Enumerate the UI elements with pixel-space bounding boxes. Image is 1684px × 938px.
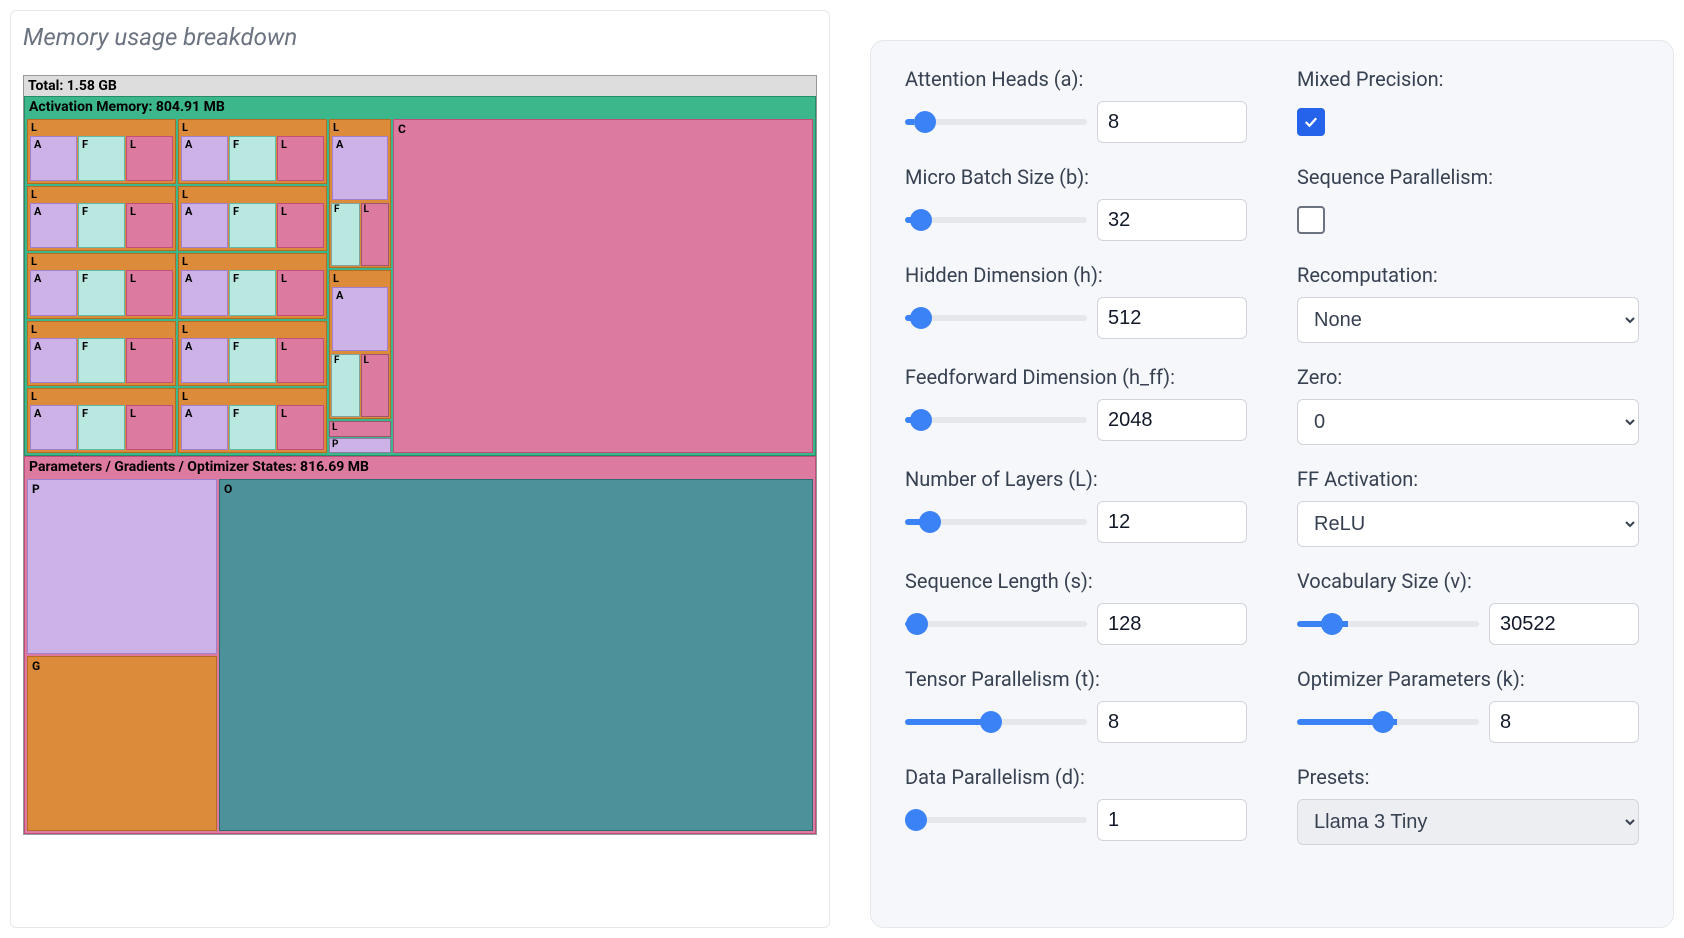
hidden-dim-slider[interactable] [905, 315, 1087, 321]
treemap-gradients-box: G [27, 656, 217, 831]
micro-batch-label: Micro Batch Size (b): [905, 165, 1247, 189]
attention-heads-slider[interactable] [905, 119, 1087, 125]
treemap-layer-box: L AFL [178, 186, 327, 251]
micro-batch-input[interactable] [1097, 199, 1247, 241]
vocab-size-input[interactable] [1489, 603, 1639, 645]
seq-len-label: Sequence Length (s): [905, 569, 1247, 593]
opt-params-label: Optimizer Parameters (k): [1297, 667, 1639, 691]
recomputation-select[interactable]: None [1297, 297, 1639, 343]
treemap-layer-box: L AFL [27, 186, 176, 251]
treemap-layer-box: L AFL [178, 253, 327, 318]
treemap-cross-box: C [393, 119, 813, 453]
treemap-layer-box: L AFL [178, 119, 327, 184]
presets-label: Presets: [1297, 765, 1639, 789]
micro-batch-slider[interactable] [905, 217, 1087, 223]
page-title: Memory usage breakdown [23, 23, 817, 51]
zero-select[interactable]: 0 [1297, 399, 1639, 445]
treemap-layer-box: L AFL [27, 119, 176, 184]
num-layers-slider[interactable] [905, 519, 1087, 525]
data-parallel-label: Data Parallelism (d): [905, 765, 1247, 789]
treemap-total-label: Total: 1.58 GB [24, 76, 816, 96]
ff-dim-slider[interactable] [905, 417, 1087, 423]
treemap-layer-box: L AFL [27, 388, 176, 453]
opt-params-slider[interactable] [1297, 719, 1479, 725]
recomputation-label: Recomputation: [1297, 263, 1639, 287]
treemap-layers-column: L AFL L AFL L AFL [27, 119, 327, 453]
ff-activation-label: FF Activation: [1297, 467, 1639, 491]
tensor-parallel-slider[interactable] [905, 719, 1087, 725]
hidden-dim-input[interactable] [1097, 297, 1247, 339]
memory-breakdown-panel: Memory usage breakdown Total: 1.58 GB Ac… [10, 10, 830, 928]
treemap-optimizer-box: O [219, 479, 813, 831]
memory-treemap: Total: 1.58 GB Activation Memory: 804.91… [23, 75, 817, 835]
mixed-precision-checkbox[interactable] [1297, 108, 1325, 136]
treemap-layer-box: L AFL [178, 321, 327, 386]
data-parallel-input[interactable] [1097, 799, 1247, 841]
tensor-parallel-input[interactable] [1097, 701, 1247, 743]
tensor-parallel-label: Tensor Parallelism (t): [905, 667, 1247, 691]
num-layers-label: Number of Layers (L): [905, 467, 1247, 491]
ff-dim-label: Feedforward Dimension (h_ff): [905, 365, 1247, 389]
ff-dim-input[interactable] [1097, 399, 1247, 441]
attention-heads-label: Attention Heads (a): [905, 67, 1247, 91]
treemap-layer-box: L AFL [178, 388, 327, 453]
treemap-pgo: Parameters / Gradients / Optimizer State… [24, 456, 816, 834]
vocab-size-label: Vocabulary Size (v): [1297, 569, 1639, 593]
controls-panel: Attention Heads (a): Mixed Precision: Mi… [870, 40, 1674, 928]
hidden-dim-label: Hidden Dimension (h): [905, 263, 1247, 287]
num-layers-input[interactable] [1097, 501, 1247, 543]
seq-len-input[interactable] [1097, 603, 1247, 645]
treemap-parameters-box: P [27, 479, 217, 654]
treemap-layer-box: L AFL [27, 321, 176, 386]
seq-len-slider[interactable] [905, 621, 1087, 627]
ff-activation-select[interactable]: ReLU [1297, 501, 1639, 547]
treemap-layer-box: L AFL [27, 253, 176, 318]
treemap-activation: Activation Memory: 804.91 MB L AFL L AFL [24, 96, 816, 456]
sequence-parallelism-checkbox[interactable] [1297, 206, 1325, 234]
treemap-small-layers: L A FL L A FL L P [329, 119, 391, 453]
treemap-activation-label: Activation Memory: 804.91 MB [25, 97, 815, 117]
mixed-precision-label: Mixed Precision: [1297, 67, 1639, 91]
data-parallel-slider[interactable] [905, 817, 1087, 823]
zero-label: Zero: [1297, 365, 1639, 389]
presets-select[interactable]: Llama 3 Tiny [1297, 799, 1639, 845]
attention-heads-input[interactable] [1097, 101, 1247, 143]
opt-params-input[interactable] [1489, 701, 1639, 743]
vocab-size-slider[interactable] [1297, 621, 1479, 627]
treemap-pgo-label: Parameters / Gradients / Optimizer State… [25, 457, 815, 477]
sequence-parallelism-label: Sequence Parallelism: [1297, 165, 1639, 189]
